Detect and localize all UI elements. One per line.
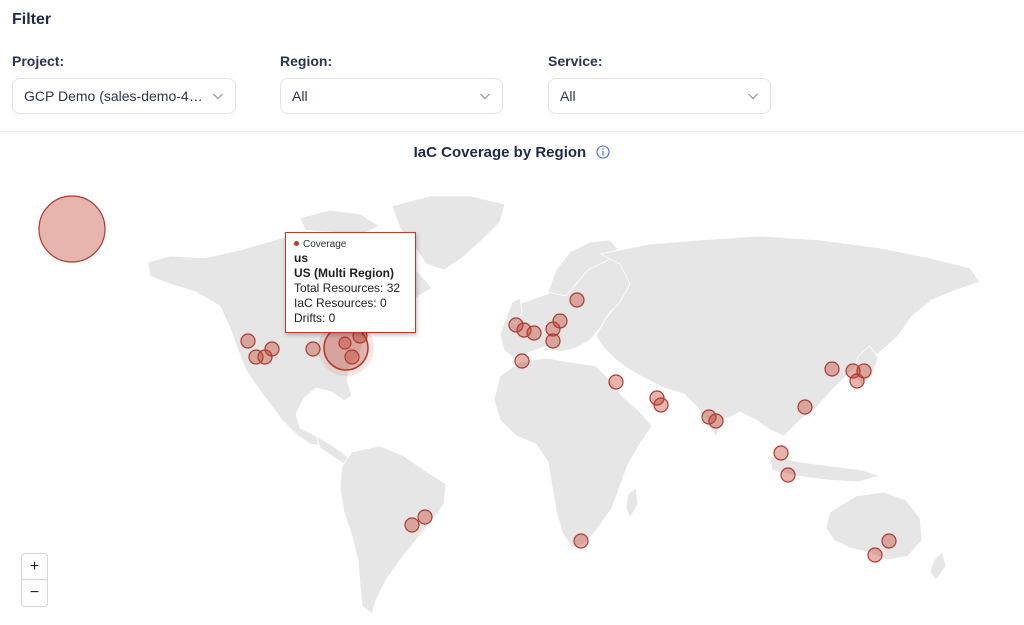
bubble-region[interactable] [405, 518, 419, 532]
region-select[interactable]: All [280, 78, 503, 114]
region-filter: Region: All [280, 53, 503, 114]
project-label: Project: [12, 53, 236, 70]
bubble-region[interactable] [774, 446, 788, 460]
bubble-region[interactable] [570, 293, 584, 307]
chevron-down-icon [746, 89, 760, 103]
bubble-region[interactable] [241, 334, 255, 348]
bubble-region[interactable] [265, 342, 279, 356]
project-select-value: GCP Demo (sales-demo-418… [24, 88, 205, 104]
bubble-region[interactable] [709, 414, 723, 428]
tooltip-series: Coverage [294, 238, 407, 251]
bubble-region[interactable] [882, 534, 896, 548]
series-dot-icon [294, 241, 299, 246]
chevron-down-icon [478, 89, 492, 103]
madagascar [626, 488, 638, 518]
tooltip-total-resources: Total Resources: 32 [294, 281, 407, 296]
land-masses [148, 196, 980, 614]
region-select-value: All [292, 88, 308, 104]
project-select[interactable]: GCP Demo (sales-demo-418… [12, 78, 236, 114]
filter-title: Filter [12, 11, 51, 29]
bubble-region[interactable] [515, 354, 529, 368]
tooltip-series-label: Coverage [303, 239, 346, 250]
tooltip-iac-resources: IaC Resources: 0 [294, 296, 407, 311]
region-label: Region: [280, 53, 503, 70]
bubble-region[interactable] [546, 334, 560, 348]
project-filter: Project: GCP Demo (sales-demo-418… [12, 53, 236, 114]
bubble-region[interactable] [825, 362, 839, 376]
zoom-out-button[interactable]: − [21, 580, 48, 607]
service-filter: Service: All [548, 53, 771, 114]
bubble-region[interactable] [857, 364, 871, 378]
bubble-region[interactable] [527, 326, 541, 340]
tooltip-drifts: Drifts: 0 [294, 311, 407, 326]
bubble-region[interactable] [868, 548, 882, 562]
bubble-region[interactable] [798, 400, 812, 414]
chevron-down-icon [211, 89, 225, 103]
bubble-region[interactable] [574, 534, 588, 548]
world-map[interactable] [0, 132, 1024, 625]
bubble-region[interactable] [306, 342, 320, 356]
service-label: Service: [548, 53, 771, 70]
bubble-region[interactable] [553, 314, 567, 328]
bubble-region[interactable] [609, 375, 623, 389]
africa [494, 358, 652, 548]
bubble-region[interactable] [345, 350, 359, 364]
bubble-region[interactable] [418, 510, 432, 524]
region-tooltip: Coverage us US (Multi Region) Total Reso… [285, 232, 416, 333]
south-america [340, 446, 446, 614]
arctic-islands [300, 210, 380, 234]
service-select[interactable]: All [548, 78, 771, 114]
bubble-region[interactable] [339, 337, 351, 349]
service-select-value: All [560, 88, 576, 104]
tooltip-region-code: us [294, 251, 407, 266]
new-zealand [930, 552, 946, 580]
bubble-large-reference[interactable] [39, 196, 105, 262]
tooltip-region-name: US (Multi Region) [294, 266, 407, 281]
bubble-region[interactable] [654, 398, 668, 412]
zoom-in-button[interactable]: + [21, 553, 48, 580]
bubble-region[interactable] [781, 468, 795, 482]
